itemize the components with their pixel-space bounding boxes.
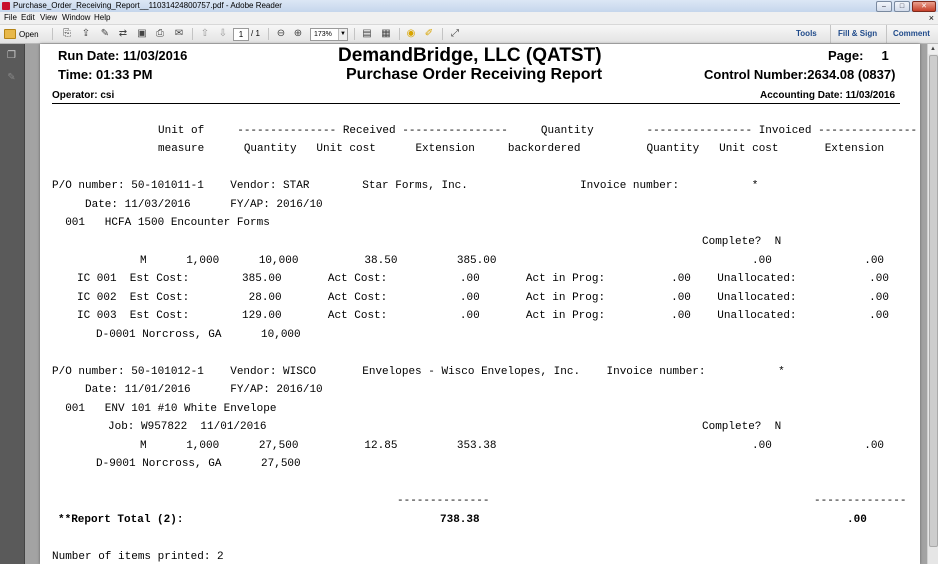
toolbar-separator: [886, 25, 887, 43]
menu-edit[interactable]: Edit: [21, 12, 35, 24]
column-header-row-2: measure Quantity Unit cost Extension bac…: [158, 143, 885, 155]
fill-sign-tab[interactable]: Fill & Sign: [838, 25, 877, 43]
menu-help[interactable]: Help: [94, 12, 110, 24]
po-item-line: 001 HCFA 1500 Encounter Forms: [52, 217, 270, 229]
menu-view[interactable]: View: [40, 12, 57, 24]
accounting-date: Accounting Date: 11/03/2016: [760, 90, 896, 101]
po-complete-flag: Complete? N: [702, 421, 782, 433]
po-header-line: P/O number: 50-101012-1 Vendor: WISCO En…: [52, 366, 785, 378]
report-total-invoiced: .00: [847, 514, 867, 526]
fit-width-icon[interactable]: ▦: [380, 28, 392, 40]
maximize-button[interactable]: □: [894, 1, 910, 12]
distribution-line: D-9001 Norcross, GA 27,500: [96, 458, 301, 470]
page-thumbnails-icon[interactable]: ❐: [6, 50, 17, 62]
job-line: Job: W957822 11/01/2016: [108, 421, 267, 433]
close-window-button[interactable]: ✕: [912, 1, 936, 12]
toolbar-separator: [52, 28, 53, 40]
close-document-icon[interactable]: ×: [929, 12, 934, 24]
column-header-row-1: Unit of --------------- Received -------…: [158, 125, 918, 137]
scroll-up-icon[interactable]: ▲: [928, 44, 938, 54]
ic-cost-line: IC 003 Est Cost: 129.00 Act Cost: .00 Ac…: [77, 310, 889, 322]
po-date-line: Date: 11/01/2016 FY/AP: 2016/10: [52, 384, 323, 396]
pdf-page: Run Date: 11/03/2016 Time: 01:33 PM Dema…: [40, 44, 920, 564]
control-number: Control Number:2634.08 (0837): [704, 67, 896, 82]
po-received-line: M 1,000 27,500 12.85 353.38: [140, 440, 497, 452]
zoom-in-icon[interactable]: ⊕: [292, 28, 304, 40]
create-pdf-icon[interactable]: ⎘: [61, 28, 73, 40]
toolbar-separator: [830, 25, 831, 43]
next-page-icon[interactable]: ⇩: [217, 28, 229, 40]
previous-page-icon[interactable]: ⇧: [199, 28, 211, 40]
print-icon[interactable]: ⎙: [154, 28, 166, 40]
report-total-received: 738.38: [440, 514, 480, 526]
run-date: Run Date: 11/03/2016: [58, 48, 188, 63]
save-icon[interactable]: ▣: [136, 28, 148, 40]
po-date-line: Date: 11/03/2016 FY/AP: 2016/10: [52, 199, 323, 211]
chevron-down-icon: ▼: [338, 29, 347, 40]
header-divider: [52, 103, 900, 104]
tools-tab[interactable]: Tools: [796, 25, 817, 43]
total-underline: --------------: [397, 495, 490, 507]
company-name: DemandBridge, LLC (QATST): [338, 45, 602, 66]
open-label: Open: [19, 29, 39, 39]
ic-cost-line: IC 002 Est Cost: 28.00 Act Cost: .00 Act…: [77, 292, 889, 304]
toolbar-separator: [399, 28, 400, 40]
report-total-label: **Report Total (2):: [58, 514, 184, 526]
signature-icon[interactable]: ✎: [6, 72, 17, 84]
toolbar-separator: [192, 28, 193, 40]
export-pdf-icon[interactable]: ⇪: [80, 28, 92, 40]
menu-file[interactable]: File: [4, 12, 17, 24]
total-underline: --------------: [814, 495, 907, 507]
fit-page-icon[interactable]: ▤: [361, 28, 373, 40]
zoom-out-icon[interactable]: ⊖: [275, 28, 287, 40]
zoom-value: 173%: [314, 31, 332, 38]
operator: Operator: csi: [52, 90, 115, 101]
po-complete-flag: Complete? N: [702, 236, 782, 248]
page-number-input[interactable]: 1: [233, 28, 249, 41]
distribution-line: D-0001 Norcross, GA 10,000: [96, 329, 301, 341]
vertical-scrollbar[interactable]: ▲: [927, 44, 938, 564]
po-received-line: M 1,000 10,000 38.50 385.00: [140, 255, 497, 267]
po-invoiced-line: .00 .00: [752, 440, 885, 452]
comment-tab[interactable]: Comment: [893, 25, 930, 43]
po-header-line: P/O number: 50-101011-1 Vendor: STAR Sta…: [52, 180, 759, 192]
navigation-pane: ❐ ✎: [0, 44, 25, 564]
adobe-reader-icon: [2, 2, 10, 10]
expand-icon[interactable]: ⤢: [449, 28, 461, 40]
po-item-line: 001 ENV 101 #10 White Envelope: [52, 403, 277, 415]
report-title: Purchase Order Receiving Report: [346, 66, 603, 83]
page-number: Page: 1: [828, 48, 889, 63]
toolbar: Open ⎘ ⇪ ✎ ⇄ ▣ ⎙ ✉ ⇧ ⇩ 1 / 1 ⊖ ⊕ 173% ▼ …: [0, 25, 938, 44]
menu-bar: File Edit View Window Help ×: [0, 12, 938, 25]
highlight-icon[interactable]: ✐: [423, 28, 435, 40]
run-time: Time: 01:33 PM: [58, 67, 153, 82]
email-icon[interactable]: ✉: [173, 28, 185, 40]
edit-pdf-icon[interactable]: ✎: [99, 28, 111, 40]
title-bar: Purchase_Order_Receiving_Report__1103142…: [0, 0, 938, 12]
page-count: / 1: [251, 29, 260, 38]
scroll-thumb[interactable]: [929, 55, 938, 547]
toolbar-separator: [268, 28, 269, 40]
sticky-note-icon[interactable]: ◉: [405, 28, 417, 40]
toolbar-separator: [354, 28, 355, 40]
open-button[interactable]: Open: [4, 28, 46, 40]
right-pane-tabs: Tools Fill & Sign Comment: [778, 25, 938, 43]
share-icon[interactable]: ⇄: [117, 28, 129, 40]
window-title: Purchase_Order_Receiving_Report__1103142…: [13, 1, 282, 10]
minimize-button[interactable]: –: [876, 1, 892, 12]
window-controls: – □ ✕: [876, 1, 936, 12]
po-invoiced-line: .00 .00: [752, 255, 885, 267]
zoom-select[interactable]: 173% ▼: [310, 28, 348, 41]
ic-cost-line: IC 001 Est Cost: 385.00 Act Cost: .00 Ac…: [77, 273, 889, 285]
toolbar-separator: [442, 28, 443, 40]
menu-window[interactable]: Window: [62, 12, 90, 24]
items-printed: Number of items printed: 2: [52, 551, 224, 563]
folder-icon: [4, 29, 16, 39]
